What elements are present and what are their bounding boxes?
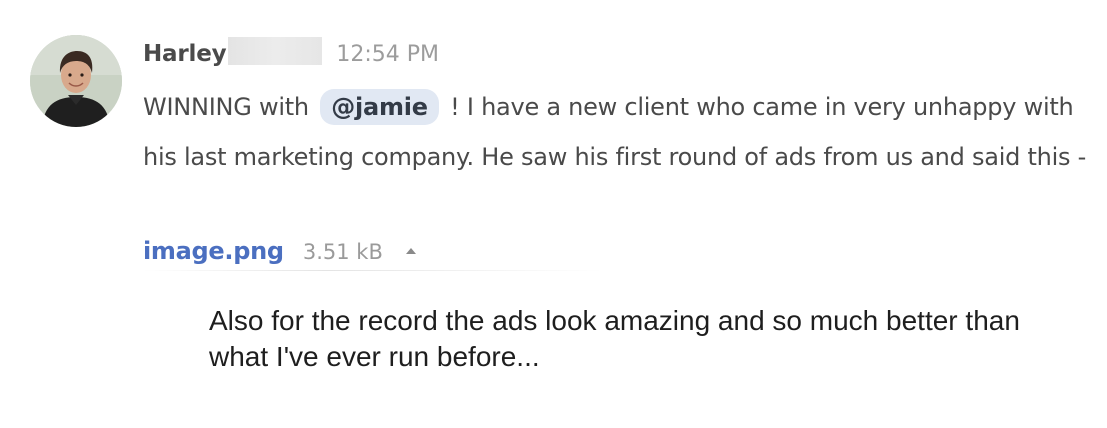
avatar-photo	[30, 35, 122, 127]
caption-text: Also for the record the ads look amazing…	[209, 305, 1020, 372]
caret-up-icon[interactable]	[405, 248, 416, 254]
message-timestamp[interactable]: 12:54 PM	[336, 42, 439, 67]
sender-avatar[interactable]	[30, 35, 122, 127]
attachment-link[interactable]: image.png	[143, 237, 284, 265]
chat-screenshot: Harley 12:54 PM WINNING with @jamie ! I h…	[0, 0, 1107, 428]
user-mention[interactable]: @jamie	[320, 89, 439, 125]
attachment-size: 3.51 kB	[302, 240, 383, 264]
redacted-surname	[228, 37, 323, 65]
attachment-divider	[143, 270, 603, 271]
sender-name[interactable]: Harley	[143, 41, 227, 67]
message-header: Harley 12:54 PM	[143, 37, 439, 71]
message-body: WINNING with @jamie ! I have a new clien…	[143, 82, 1088, 182]
message-text-start: WINNING with	[143, 93, 309, 121]
attachment-row: image.png 3.51 kB	[143, 237, 416, 271]
